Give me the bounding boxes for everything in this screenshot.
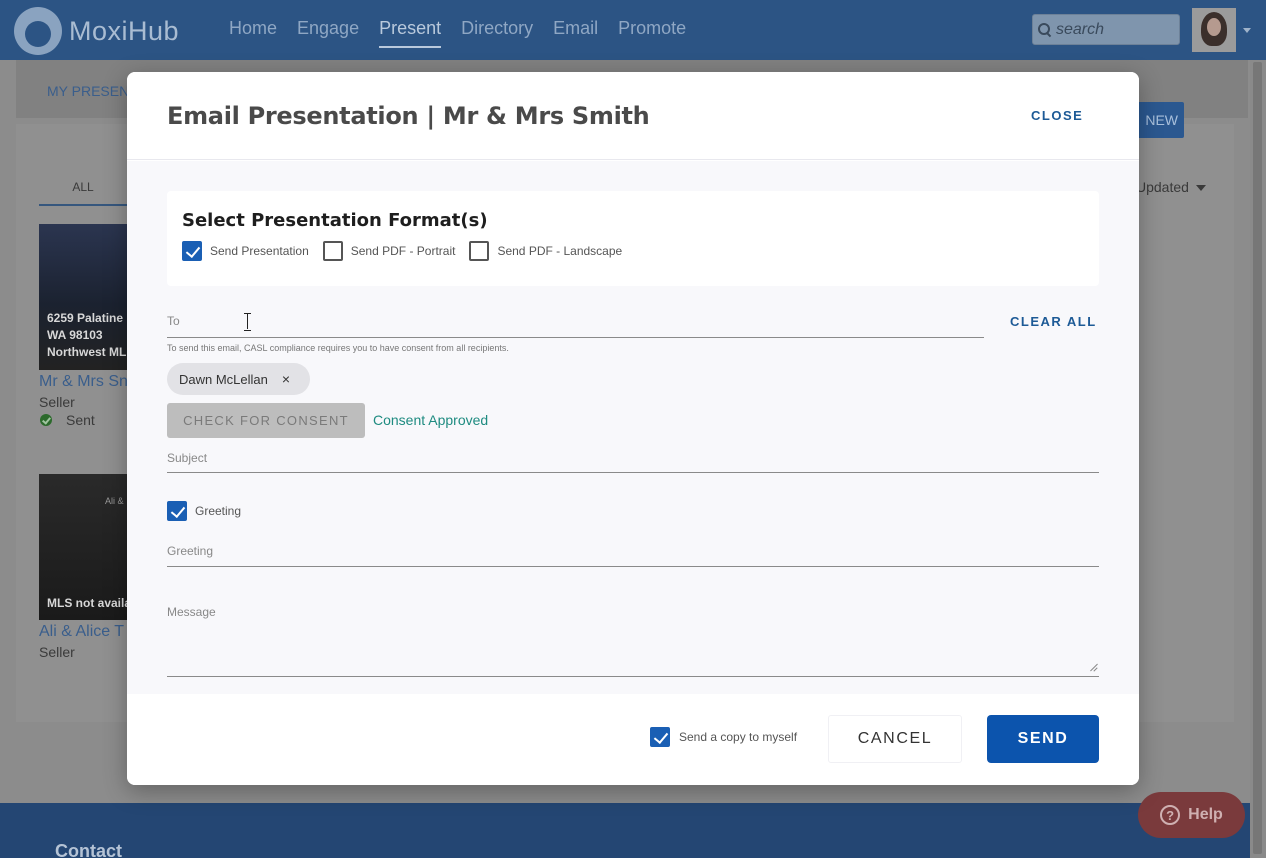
casl-hint: To send this email, CASL compliance requ… <box>167 343 509 353</box>
caret-down-icon[interactable] <box>1196 185 1206 191</box>
to-field[interactable] <box>167 337 984 338</box>
cancel-button[interactable]: CANCEL <box>828 715 962 763</box>
help-label: Help <box>1188 806 1223 823</box>
user-avatar[interactable] <box>1192 8 1236 52</box>
send-presentation-checkbox[interactable] <box>182 241 202 261</box>
thumbnail-line: 6259 Palatine <box>47 311 124 325</box>
logo-mark-icon <box>14 7 62 55</box>
send-copy-label: Send a copy to myself <box>679 730 798 744</box>
email-presentation-modal: Email Presentation | Mr & Mrs Smith CLOS… <box>127 72 1139 785</box>
search-box[interactable] <box>1032 14 1180 45</box>
consent-status: Consent Approved <box>373 412 489 428</box>
moxihub-logo[interactable]: MoxiHub <box>14 7 179 55</box>
footer-contact-heading: Contact <box>55 841 122 858</box>
thumbnail-note: MLS not availa <box>47 596 127 610</box>
modal-header: Email Presentation | Mr & Mrs Smith CLOS… <box>127 72 1139 160</box>
my-presentations-link[interactable]: MY PRESEN <box>47 83 129 99</box>
page-footer: Contact <box>0 803 1250 858</box>
message-field-label: Message <box>167 605 216 619</box>
question-icon: ? <box>1160 805 1181 825</box>
main-nav: Home Engage Present Directory Email Prom… <box>229 18 706 48</box>
new-presentation-button[interactable]: NEW <box>1134 102 1184 138</box>
copy-to-self-option: Send a copy to myself <box>650 727 797 747</box>
format-section: Select Presentation Format(s) Send Prese… <box>167 191 1099 286</box>
recipient-name: Dawn McLellan <box>179 371 268 387</box>
nav-promote[interactable]: Promote <box>618 18 686 48</box>
send-button[interactable]: SEND <box>987 715 1099 763</box>
top-navbar: MoxiHub Home Engage Present Directory Em… <box>0 0 1266 60</box>
search-icon <box>1038 22 1052 37</box>
thumbnail-line: Northwest ML <box>47 345 127 359</box>
checkbox-label: Send PDF - Portrait <box>350 244 456 258</box>
presentation-role: Seller <box>39 394 75 410</box>
modal-title: Email Presentation | Mr & Mrs Smith <box>167 102 650 130</box>
modal-body: Select Presentation Format(s) Send Prese… <box>127 161 1139 694</box>
subject-field[interactable] <box>167 472 1099 473</box>
text-cursor-icon <box>244 313 252 331</box>
check-circle-icon <box>40 414 52 426</box>
send-pdf-portrait-checkbox[interactable] <box>322 241 343 261</box>
greeting-checkbox[interactable] <box>167 501 187 521</box>
thumbnail-address: 6259 Palatine WA 98103 Northwest ML <box>47 310 126 361</box>
checkbox-label: Greeting <box>195 504 242 518</box>
format-section-title: Select Presentation Format(s) <box>182 210 488 231</box>
send-copy-checkbox[interactable] <box>650 727 670 747</box>
subject-field-label: Subject <box>167 451 208 465</box>
thumbnail-caption: Ali & <box>105 496 124 506</box>
recipient-chip[interactable]: Dawn McLellan × <box>167 363 310 395</box>
nav-present[interactable]: Present <box>379 18 442 48</box>
modal-footer: Send a copy to myself CANCEL SEND <box>127 694 1139 785</box>
presentation-thumbnail[interactable]: 6259 Palatine WA 98103 Northwest ML <box>39 224 127 370</box>
chevron-down-icon[interactable] <box>1243 28 1251 33</box>
close-button[interactable]: CLOSE <box>1031 108 1083 123</box>
resize-handle-icon[interactable] <box>1089 663 1098 672</box>
message-field[interactable] <box>167 676 1099 677</box>
send-pdf-landscape-checkbox[interactable] <box>469 241 490 261</box>
help-button[interactable]: ? Help <box>1138 792 1245 838</box>
presentation-title-link[interactable]: Ali & Alice T <box>39 623 127 641</box>
logo-text: MoxiHub <box>69 15 180 46</box>
to-field-label: To <box>167 314 180 328</box>
nav-email[interactable]: Email <box>553 18 598 48</box>
search-input[interactable] <box>1056 20 1176 39</box>
sort-dropdown[interactable]: Updated <box>1136 179 1189 195</box>
presentation-status: Sent <box>66 412 95 428</box>
nav-engage[interactable]: Engage <box>297 18 359 48</box>
greeting-field-label: Greeting <box>167 544 214 558</box>
remove-recipient-icon[interactable]: × <box>282 371 290 387</box>
greeting-toggle: Greeting <box>167 501 255 521</box>
nav-directory[interactable]: Directory <box>461 18 533 48</box>
presentation-thumbnail[interactable]: Ali & MLS not availa <box>39 474 127 620</box>
greeting-field[interactable] <box>167 566 1099 567</box>
tab-all[interactable]: ALL <box>39 176 127 206</box>
check-consent-button[interactable]: CHECK FOR CONSENT <box>167 403 365 438</box>
scrollbar-thumb[interactable] <box>1253 62 1262 854</box>
format-options: Send Presentation Send PDF - Portrait Se… <box>182 241 636 261</box>
checkbox-label: Send Presentation <box>210 244 309 258</box>
nav-home[interactable]: Home <box>229 18 277 48</box>
checkbox-label: Send PDF - Landscape <box>497 244 623 258</box>
thumbnail-line: WA 98103 <box>47 328 103 342</box>
presentation-title-link[interactable]: Mr & Mrs Sn <box>39 373 127 391</box>
presentation-role: Seller <box>39 644 75 660</box>
clear-all-button[interactable]: CLEAR ALL <box>1010 314 1097 329</box>
